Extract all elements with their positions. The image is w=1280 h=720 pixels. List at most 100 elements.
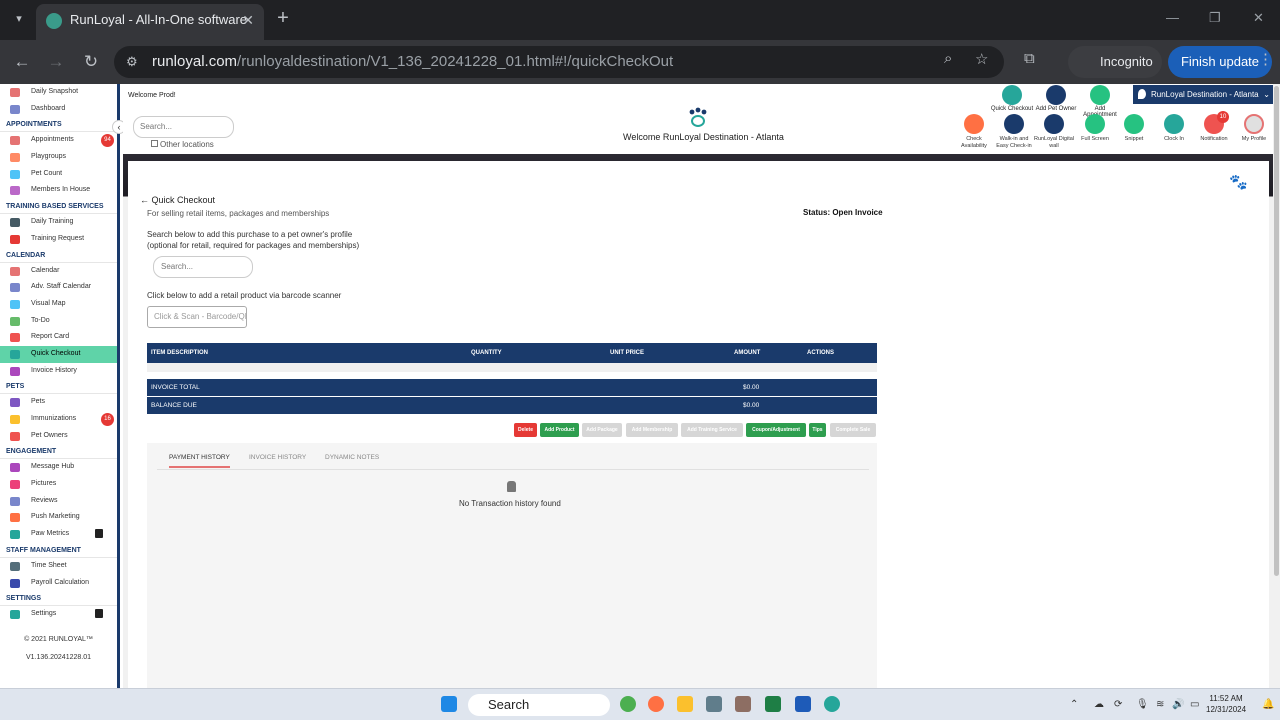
tips-button[interactable]: Tips [809, 423, 826, 437]
sidebar-item-visual-map[interactable]: Visual Map [0, 296, 117, 313]
sidebar-item-settings[interactable]: Settings [0, 606, 117, 623]
complete-sale-button[interactable]: Complete Sale [830, 423, 876, 437]
sidebar-item-message-hub[interactable]: Message Hub [0, 459, 117, 476]
barcode-scan-input[interactable]: Click & Scan - Barcode/QR [147, 306, 247, 328]
taskbar-search[interactable]: Search [468, 694, 610, 716]
minimize-icon[interactable]: — [1166, 10, 1179, 25]
sidebar-item-time-sheet[interactable]: Time Sheet [0, 558, 117, 575]
reload-icon[interactable]: ↻ [79, 50, 103, 74]
sidebar-item-quick-checkout[interactable]: Quick Checkout [0, 345, 117, 363]
battery-icon[interactable]: ▭ [1190, 699, 1199, 710]
tool-runloyal-digital-wall[interactable]: RunLoyal Digital wall [1033, 114, 1075, 150]
add-package-button[interactable]: Add Package [582, 423, 622, 437]
coupon-adjustment-button[interactable]: Coupon/Adjustment [746, 423, 806, 437]
extensions-icon[interactable]: ⧉ [1024, 50, 1035, 67]
tool-clock-in[interactable]: Clock In [1153, 114, 1195, 143]
paw-icon: 🐾 [1229, 174, 1248, 191]
add-product-button[interactable]: Add Product [540, 423, 579, 437]
sidebar-item-immunizations[interactable]: Immunizations 16 [0, 411, 117, 428]
location-selector[interactable]: RunLoyal Destination - Atlanta ⌄ [1133, 85, 1276, 104]
quick-action-quick-checkout[interactable]: Quick Checkout [990, 85, 1034, 112]
sidebar-item-pictures[interactable]: Pictures [0, 476, 117, 493]
scrollbar-thumb[interactable] [1274, 86, 1279, 576]
weather-icon[interactable]: ☁ [1094, 699, 1104, 710]
tray-overflow-icon[interactable]: ⌃ [1070, 699, 1078, 710]
sidebar-item-paw-metrics[interactable]: Paw Metrics [0, 526, 117, 543]
global-search-input[interactable]: Search... [133, 116, 234, 138]
microphone-icon[interactable]: 🎙 [1136, 699, 1149, 710]
sidebar-item-daily-snapshot[interactable]: Daily Snapshot [0, 84, 117, 101]
sidebar-item-payroll-calculation[interactable]: Payroll Calculation [0, 575, 117, 592]
close-window-icon[interactable]: ✕ [1253, 10, 1264, 26]
back-link[interactable]: ← Quick Checkout [140, 195, 215, 205]
system-clock[interactable]: 11:52 AM 12/31/2024 [1206, 693, 1246, 715]
tab-search-icon[interactable]: ▾ [8, 8, 30, 30]
site-info-icon[interactable]: ⚙ [126, 46, 138, 78]
excel-icon[interactable] [765, 696, 781, 712]
address-bar[interactable]: ⚙ runloyal.com/runloyaldestination/V1_13… [114, 46, 1004, 78]
other-locations-checkbox[interactable]: Other locations [151, 140, 214, 149]
tab-invoice-history[interactable]: INVOICE HISTORY [249, 454, 306, 461]
firefox-icon[interactable] [648, 696, 664, 712]
sidebar-item-adv-staff-calendar[interactable]: Adv. Staff Calendar [0, 279, 117, 296]
sidebar-item-daily-training[interactable]: Daily Training [0, 214, 117, 231]
sidebar-item-pet-count[interactable]: Pet Count [0, 166, 117, 183]
tool-notification[interactable]: 10 Notification [1193, 111, 1235, 143]
tool-check-availability[interactable]: Check Availability [953, 114, 995, 150]
calculator-icon[interactable] [706, 696, 722, 712]
chrome-icon[interactable] [620, 696, 636, 712]
sidebar-item-label: Daily Snapshot [31, 88, 79, 95]
app-icon[interactable] [735, 696, 751, 712]
new-tab-icon[interactable]: + [272, 7, 294, 30]
sidebar-item-training-request[interactable]: Training Request [0, 231, 117, 248]
notifications-icon[interactable]: 🔔 [1262, 699, 1274, 710]
sidebar-item-dashboard[interactable]: Dashboard [0, 101, 117, 118]
browser-tab[interactable]: RunLoyal - All-In-One software ✕ [36, 4, 264, 40]
forward-icon[interactable]: → [44, 50, 68, 74]
col-actions: ACTIONS [807, 350, 834, 356]
maximize-icon[interactable]: ❐ [1209, 10, 1221, 26]
tab-dynamic-notes[interactable]: DYNAMIC NOTES [325, 454, 379, 461]
windows-start-icon[interactable] [441, 696, 457, 712]
pet-owner-search-input[interactable]: Search... [153, 256, 253, 278]
edge-icon[interactable] [824, 696, 840, 712]
tool-full-screen[interactable]: Full Screen [1074, 114, 1116, 143]
tool-walk-in-and-easy-check-in[interactable]: Walk-in and Easy Check-in [993, 114, 1035, 150]
sidebar-item-members-in-house[interactable]: Members In House [0, 182, 117, 199]
browser-menu-icon[interactable]: ⋮ [1258, 50, 1273, 68]
zoom-search-icon[interactable]: ⌕ [944, 50, 952, 67]
sidebar-item-label: Pictures [31, 480, 57, 488]
sync-icon[interactable]: ⟳ [1114, 699, 1122, 710]
add-membership-button[interactable]: Add Membership [626, 423, 678, 437]
sidebar-item-to-do[interactable]: To-Do [0, 313, 117, 330]
sidebar-item-invoice-history[interactable]: Invoice History [0, 363, 117, 380]
tab-payment-history[interactable]: PAYMENT HISTORY [169, 454, 230, 468]
full-screen-icon [1085, 114, 1105, 134]
close-tab-icon[interactable]: ✕ [242, 4, 254, 36]
word-icon[interactable] [795, 696, 811, 712]
finish-update-button[interactable]: Finish update [1168, 46, 1272, 78]
sidebar-item-report-card[interactable]: Report Card [0, 329, 117, 346]
file-explorer-icon[interactable] [677, 696, 693, 712]
check-availability-icon [964, 114, 984, 134]
page-scrollbar[interactable] [1273, 84, 1280, 688]
back-icon[interactable]: ← [10, 50, 34, 74]
volume-icon[interactable]: 🔊 [1172, 699, 1184, 710]
add-training-service-button[interactable]: Add Training Service [681, 423, 743, 437]
sidebar-item-appointments[interactable]: Appointments 94 [0, 132, 117, 149]
checkbox-icon[interactable] [151, 140, 158, 147]
sidebar-item-calendar[interactable]: Calendar [0, 263, 117, 280]
report-card-icon [10, 333, 20, 343]
sidebar-item-reviews[interactable]: Reviews [0, 493, 117, 510]
sidebar-item-pet-owners[interactable]: Pet Owners [0, 428, 117, 445]
sidebar-item-push-marketing[interactable]: Push Marketing [0, 509, 117, 526]
delete-button[interactable]: Delete [514, 423, 537, 437]
tool-my-profile[interactable]: My Profile [1233, 114, 1275, 143]
quick-action-add-pet-owner[interactable]: Add Pet Owner [1034, 85, 1078, 112]
incognito-indicator[interactable]: Incognito [1068, 46, 1162, 78]
sidebar-item-playgroups[interactable]: Playgroups [0, 149, 117, 166]
bookmark-star-icon[interactable]: ☆ [975, 50, 988, 68]
wifi-icon[interactable]: ≋ [1156, 699, 1164, 710]
tool-snippet[interactable]: Snippet [1113, 114, 1155, 143]
sidebar-item-pets[interactable]: Pets [0, 394, 117, 411]
